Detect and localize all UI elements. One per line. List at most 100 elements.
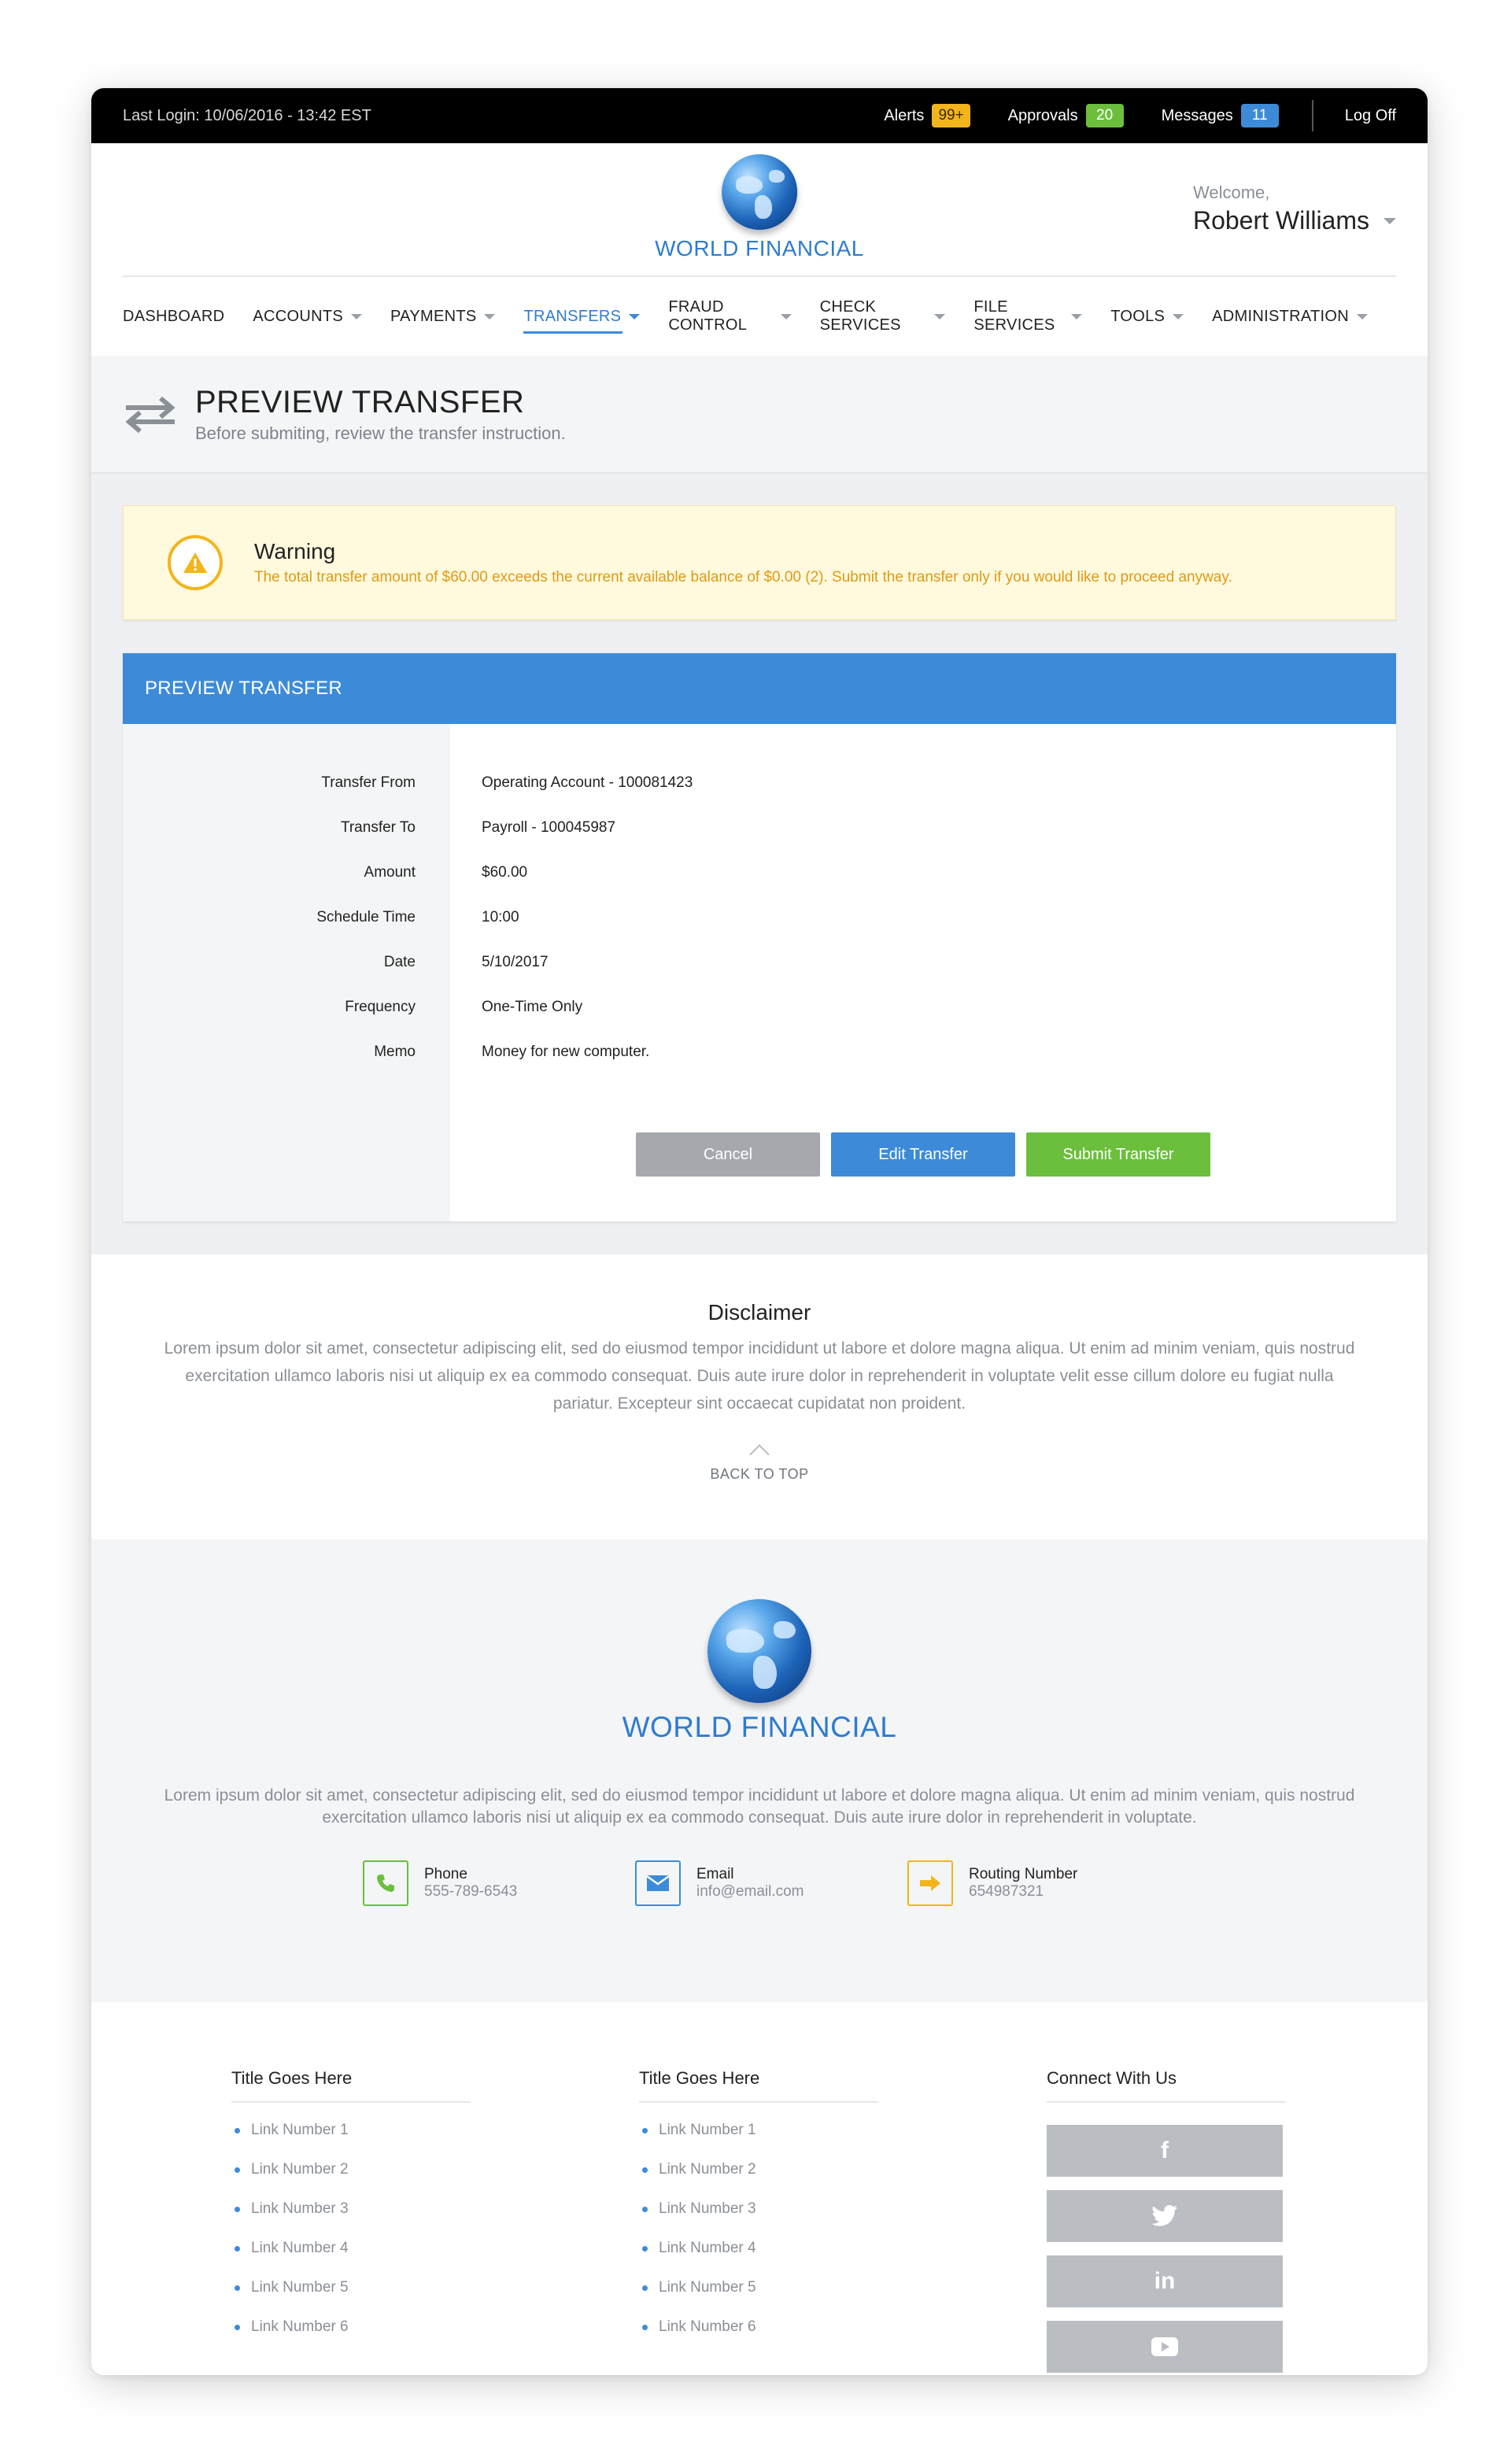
bullet-icon xyxy=(642,2285,648,2291)
nav-check-services[interactable]: CHECK SERVICES xyxy=(820,277,946,356)
youtube-button[interactable] xyxy=(1047,2321,1283,2373)
footer-link[interactable]: Link Number 1 xyxy=(639,2122,1047,2161)
approvals-badge: 20 xyxy=(1085,104,1124,127)
edit-transfer-button[interactable]: Edit Transfer xyxy=(831,1132,1015,1177)
footer-links-section: Title Goes Here Link Number 1 Link Numbe… xyxy=(91,2002,1428,2375)
label-transfer-to: Transfer To xyxy=(340,819,416,836)
submit-transfer-button[interactable]: Submit Transfer xyxy=(1026,1132,1210,1177)
nav-payments[interactable]: PAYMENTS xyxy=(390,277,496,356)
nav-tools[interactable]: TOOLS xyxy=(1110,277,1184,356)
nav-label: TOOLS xyxy=(1110,307,1166,325)
nav-dashboard[interactable]: DASHBOARD xyxy=(123,277,224,356)
footer-link-label: Link Number 4 xyxy=(659,2240,756,2256)
brand-name: WORLD FINANCIAL xyxy=(655,236,864,260)
bullet-icon xyxy=(642,2325,648,2330)
footer-column-1: Title Goes Here Link Number 1 Link Numbe… xyxy=(231,2068,639,2375)
nav-file-services[interactable]: FILE SERVICES xyxy=(973,277,1083,356)
bullet-icon xyxy=(235,2325,240,2330)
footer-link[interactable]: Link Number 5 xyxy=(231,2279,639,2318)
contact-email[interactable]: Email info@email.com xyxy=(635,1860,907,1906)
footer-link[interactable]: Link Number 3 xyxy=(231,2200,639,2240)
nav-label: DASHBOARD xyxy=(123,307,225,325)
bullet-icon xyxy=(235,2285,240,2291)
footer-link-label: Link Number 4 xyxy=(251,2240,349,2256)
twitter-button[interactable] xyxy=(1047,2190,1283,2242)
footer-link[interactable]: Link Number 4 xyxy=(639,2240,1047,2279)
footer-link[interactable]: Link Number 1 xyxy=(231,2122,639,2161)
nav-label: ADMINISTRATION xyxy=(1212,307,1349,325)
footer-link-label: Link Number 6 xyxy=(251,2318,349,2335)
social-title: Connect With Us xyxy=(1047,2068,1286,2103)
nav-label: TRANSFERS xyxy=(523,307,622,325)
warning-alert: Warning The total transfer amount of $60… xyxy=(123,505,1396,620)
footer-link[interactable]: Link Number 6 xyxy=(231,2318,639,2358)
globe-icon xyxy=(722,154,797,230)
chevron-down-icon xyxy=(484,313,496,320)
facebook-button[interactable]: f xyxy=(1047,2125,1283,2177)
bullet-icon xyxy=(642,2167,648,2173)
contact-routing-number[interactable]: Routing Number 654987321 xyxy=(907,1860,1180,1906)
disclaimer-title: Disclaimer xyxy=(707,1300,811,1324)
nav-transfers[interactable]: TRANSFERS xyxy=(523,277,641,356)
contact-value: info@email.com xyxy=(696,1883,804,1900)
chevron-up-icon xyxy=(749,1444,770,1465)
warning-message: The total transfer amount of $60.00 exce… xyxy=(254,569,1232,586)
youtube-icon xyxy=(1151,2337,1178,2356)
logo[interactable]: WORLD FINANCIAL xyxy=(655,154,864,261)
nav-administration[interactable]: ADMINISTRATION xyxy=(1212,277,1368,356)
bullet-icon xyxy=(642,2246,648,2252)
nav-accounts[interactable]: ACCOUNTS xyxy=(253,277,363,356)
twitter-icon xyxy=(1151,2205,1177,2226)
chevron-down-icon xyxy=(1357,313,1368,320)
contact-info: Phone 555-789-6543 Email info@email.com xyxy=(91,1860,1428,1906)
value-transfer-from: Operating Account - 100081423 xyxy=(482,774,693,791)
contact-label: Email xyxy=(696,1866,734,1882)
nav-label: ACCOUNTS xyxy=(253,307,344,325)
footer-column-title: Title Goes Here xyxy=(639,2068,878,2103)
cancel-button[interactable]: Cancel xyxy=(636,1132,820,1177)
footer-link[interactable]: Link Number 2 xyxy=(639,2161,1047,2200)
page-subtitle: Before submiting, review the transfer in… xyxy=(195,423,566,443)
topbar-divider xyxy=(1311,100,1313,131)
warning-icon xyxy=(168,535,223,590)
main-content: Warning The total transfer amount of $60… xyxy=(91,474,1428,1254)
bullet-icon xyxy=(235,2128,240,2133)
globe-icon xyxy=(707,1599,811,1703)
last-login-text: Last Login: 10/06/2016 - 13:42 EST xyxy=(123,106,371,124)
disclaimer-section: Disclaimer Lorem ipsum dolor sit amet, c… xyxy=(91,1254,1428,1539)
header: WORLD FINANCIAL Welcome, Robert Williams xyxy=(123,143,1396,277)
panel-title: PREVIEW TRANSFER xyxy=(123,653,1396,724)
messages-link[interactable]: Messages 11 xyxy=(1162,104,1279,127)
bullet-icon xyxy=(235,2246,240,2252)
chevron-down-icon xyxy=(351,313,363,320)
contact-value: 555-789-6543 xyxy=(424,1883,518,1900)
value-memo: Money for new computer. xyxy=(482,1044,650,1060)
footer-link[interactable]: Link Number 6 xyxy=(639,2318,1047,2358)
nav-label: PAYMENTS xyxy=(390,307,477,325)
footer-link[interactable]: Link Number 5 xyxy=(639,2279,1047,2318)
bullet-icon xyxy=(235,2167,240,2173)
nav-label: FRAUD CONTROL xyxy=(668,298,748,334)
approvals-link[interactable]: Approvals 20 xyxy=(1008,104,1124,127)
footer-brand-name: WORLD FINANCIAL xyxy=(622,1711,897,1743)
footer-link-label: Link Number 3 xyxy=(251,2200,349,2217)
back-to-top-link[interactable]: BACK TO TOP xyxy=(154,1444,1365,1483)
user-menu[interactable]: Welcome, Robert Williams xyxy=(1193,183,1396,235)
footer-column-2: Title Goes Here Link Number 1 Link Numbe… xyxy=(639,2068,1047,2375)
footer-link[interactable]: Link Number 2 xyxy=(231,2161,639,2200)
contact-phone[interactable]: Phone 555-789-6543 xyxy=(363,1860,635,1906)
nav-label: CHECK SERVICES xyxy=(819,298,901,334)
alerts-link[interactable]: Alerts 99+ xyxy=(884,104,970,127)
footer-column-title: Title Goes Here xyxy=(231,2068,471,2103)
bullet-icon xyxy=(235,2207,240,2212)
linkedin-button[interactable]: in xyxy=(1047,2255,1283,2307)
footer-link[interactable]: Link Number 3 xyxy=(639,2200,1047,2240)
log-off-link[interactable]: Log Off xyxy=(1345,107,1396,125)
page-title: PREVIEW TRANSFER xyxy=(195,384,525,419)
footer-brand-section: WORLD FINANCIAL Lorem ipsum dolor sit am… xyxy=(91,1539,1428,2002)
footer-link[interactable]: Link Number 4 xyxy=(231,2240,639,2279)
disclaimer-text: Lorem ipsum dolor sit amet, consectetur … xyxy=(164,1339,1355,1413)
email-icon xyxy=(635,1860,681,1906)
footer-link-label: Link Number 1 xyxy=(251,2122,349,2138)
nav-fraud-control[interactable]: FRAUD CONTROL xyxy=(668,277,792,356)
